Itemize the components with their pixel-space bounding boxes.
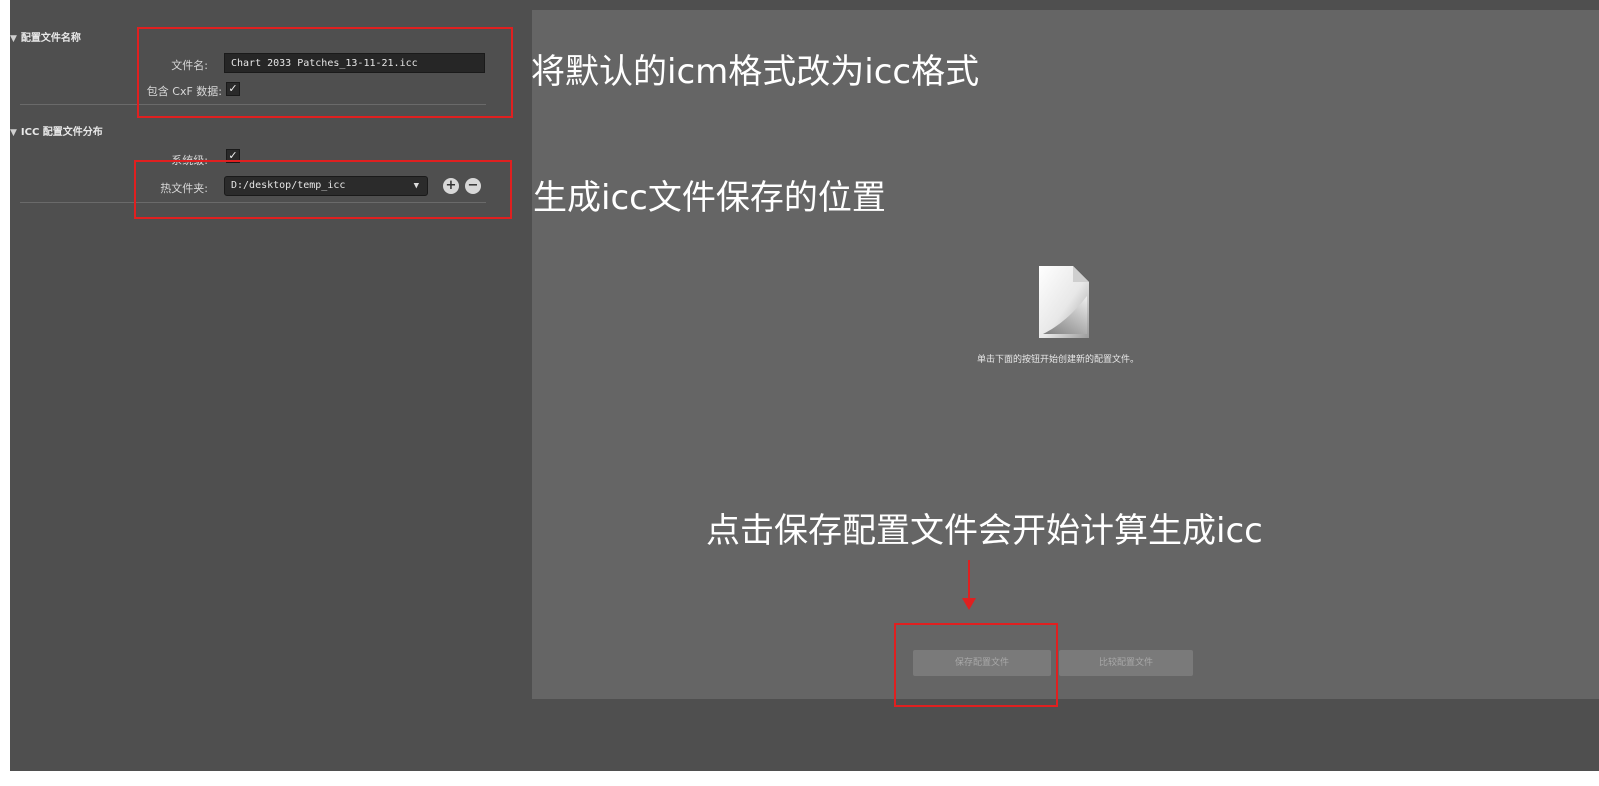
- annotation-box-hot-folder: [134, 160, 512, 219]
- bottom-bar: [532, 699, 1599, 771]
- collapse-triangle-icon: ▼: [10, 34, 17, 44]
- annotation-box-save-button: [894, 623, 1058, 707]
- empty-state-message: 单击下面的按钮开始创建新的配置文件。: [976, 355, 1139, 365]
- document-icon: [1039, 266, 1089, 338]
- annotation-box-filename: [137, 27, 513, 118]
- section-header-label: 配置文件名称: [20, 33, 81, 44]
- section-icc-distribution[interactable]: ▼ ICC 配置文件分布: [10, 123, 103, 138]
- section-header-label: ICC 配置文件分布: [20, 127, 103, 138]
- annotation-format-note: 将默认的icm格式改为icc格式: [531, 52, 980, 92]
- section-profile-name[interactable]: ▼ 配置文件名称: [10, 29, 81, 44]
- compare-profile-button[interactable]: 比较配置文件: [1059, 650, 1193, 676]
- collapse-triangle-icon: ▼: [10, 128, 17, 138]
- annotation-location-note: 生成icc文件保存的位置: [533, 178, 886, 218]
- annotation-save-note: 点击保存配置文件会开始计算生成icc: [706, 511, 1263, 551]
- arrow-down-icon: [962, 598, 976, 610]
